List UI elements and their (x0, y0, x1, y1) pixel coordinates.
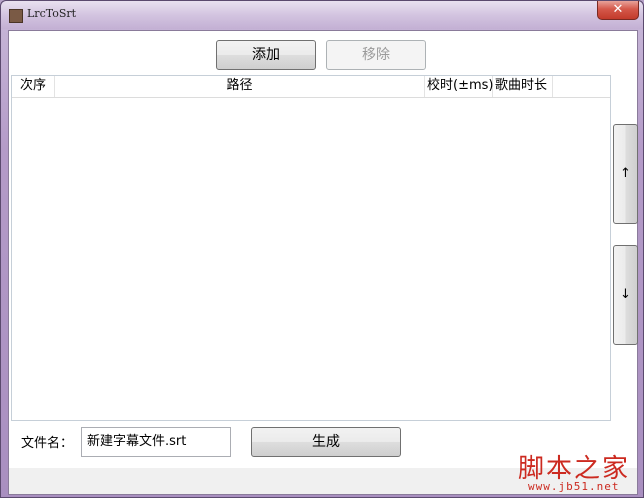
filename-label: 文件名： (21, 436, 74, 451)
column-header-duration[interactable]: 歌曲时长 (493, 76, 553, 97)
column-header-offset[interactable]: 校时(±ms) (425, 76, 493, 97)
grid-header: 次序 路径 校时(±ms) 歌曲时长 (12, 76, 610, 98)
title-bar[interactable]: LrcToSrt ✕ (1, 1, 643, 29)
watermark-url: www.jb51.net (528, 480, 620, 493)
filename-input[interactable]: 新建字幕文件.srt (81, 427, 231, 457)
window-title: LrcToSrt (27, 7, 77, 20)
move-up-button[interactable]: ↑ (613, 124, 638, 224)
add-button[interactable]: 添加 (216, 40, 316, 70)
app-icon (9, 9, 23, 23)
column-header-path[interactable]: 路径 (55, 76, 425, 97)
site-watermark: 脚本之家 www.jb51.net (512, 448, 640, 496)
move-down-button[interactable]: ↓ (613, 245, 638, 345)
generate-button[interactable]: 生成 (251, 427, 401, 457)
close-button[interactable]: ✕ (597, 1, 639, 20)
file-list-grid[interactable]: 次序 路径 校时(±ms) 歌曲时长 (11, 75, 611, 421)
column-header-order[interactable]: 次序 (12, 76, 55, 97)
app-window: LrcToSrt ✕ 添加 移除 次序 路径 校时(±ms) 歌曲时长 ↑ ↓ … (0, 0, 644, 498)
remove-button[interactable]: 移除 (326, 40, 426, 70)
